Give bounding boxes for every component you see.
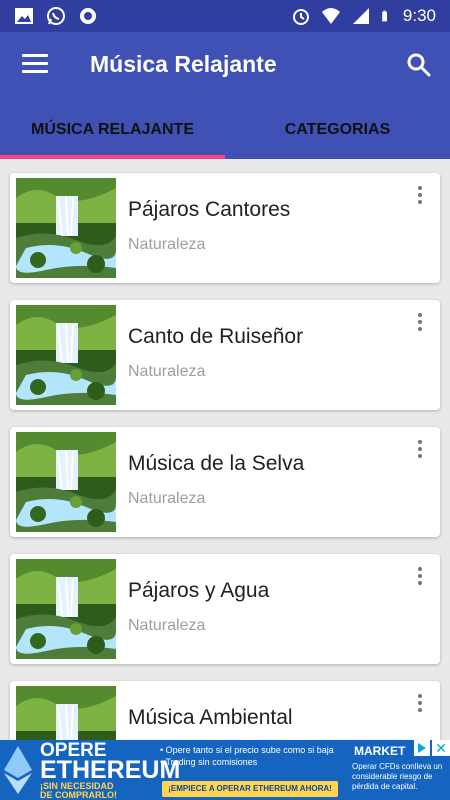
whatsapp-icon [47, 7, 65, 25]
track-list: Pájaros Cantores Naturaleza Canto de Rui… [0, 159, 450, 740]
track-thumbnail [16, 559, 116, 659]
track-card[interactable]: Música Ambiental [10, 681, 440, 740]
track-thumbnail [16, 305, 116, 405]
more-options-icon[interactable] [410, 437, 430, 463]
track-title: Canto de Ruiseñor [128, 325, 304, 348]
ad-bullets: Opere tanto si el precio sube como si ba… [160, 744, 334, 768]
signal-icon [352, 8, 369, 24]
circle-app-icon [80, 8, 96, 24]
track-category: Naturaleza [128, 490, 206, 507]
status-time: 9:30 [402, 6, 436, 25]
ad-subline-2: DE COMPRARLO! [40, 790, 117, 800]
track-title: Música Ambiental [128, 706, 293, 729]
more-options-icon[interactable] [410, 691, 430, 717]
search-icon[interactable] [406, 52, 432, 78]
tab-musica-relajante[interactable]: MÚSICA RELAJANTE [0, 100, 225, 159]
ad-bullet: Opere tanto si el precio sube como si ba… [160, 744, 334, 756]
ad-banner[interactable]: OPERE ETHEREUM ¡SIN NECESIDAD DE COMPRAR… [0, 740, 450, 800]
more-options-icon[interactable] [410, 310, 430, 336]
ad-bullet: Trading sin comisiones [160, 756, 334, 768]
track-title: Música de la Selva [128, 452, 305, 475]
image-icon [15, 8, 33, 24]
tab-bar: MÚSICA RELAJANTE CATEGORIAS [0, 100, 450, 159]
track-category: Naturaleza [128, 236, 206, 253]
hamburger-menu-icon[interactable] [22, 54, 48, 78]
track-card[interactable]: Pájaros y Agua Naturaleza [10, 554, 440, 664]
track-thumbnail [16, 432, 116, 532]
more-options-icon[interactable] [410, 183, 430, 209]
track-category: Naturaleza [128, 363, 206, 380]
status-bar: 9:30 [0, 0, 450, 32]
more-options-icon[interactable] [410, 564, 430, 590]
app-bar: Música Relajante [0, 32, 450, 100]
ad-brand: MARKET [354, 744, 406, 758]
ethereum-logo-icon [4, 746, 32, 794]
alarm-icon [292, 9, 309, 25]
app-title: Música Relajante [90, 51, 277, 77]
track-title: Pájaros Cantores [128, 198, 291, 221]
track-title: Pájaros y Agua [128, 579, 270, 602]
ad-disclaimer: Operar CFDs conlleva un considerable rie… [352, 762, 443, 791]
track-card[interactable]: Pájaros Cantores Naturaleza [10, 173, 440, 283]
battery-icon [382, 10, 387, 22]
track-thumbnail [16, 178, 116, 278]
track-card[interactable]: Música de la Selva Naturaleza [10, 427, 440, 537]
track-thumbnail [16, 686, 116, 740]
track-card[interactable]: Canto de Ruiseñor Naturaleza [10, 300, 440, 410]
ad-close-icon[interactable]: ✕ [432, 740, 450, 756]
ad-cta-button[interactable]: ¡EMPIECE A OPERAR ETHEREUM AHORA! [162, 781, 338, 797]
tab-categorias[interactable]: CATEGORIAS [225, 100, 450, 159]
track-category: Naturaleza [128, 617, 206, 634]
wifi-icon [321, 8, 340, 24]
adchoices-icon[interactable] [414, 740, 430, 756]
